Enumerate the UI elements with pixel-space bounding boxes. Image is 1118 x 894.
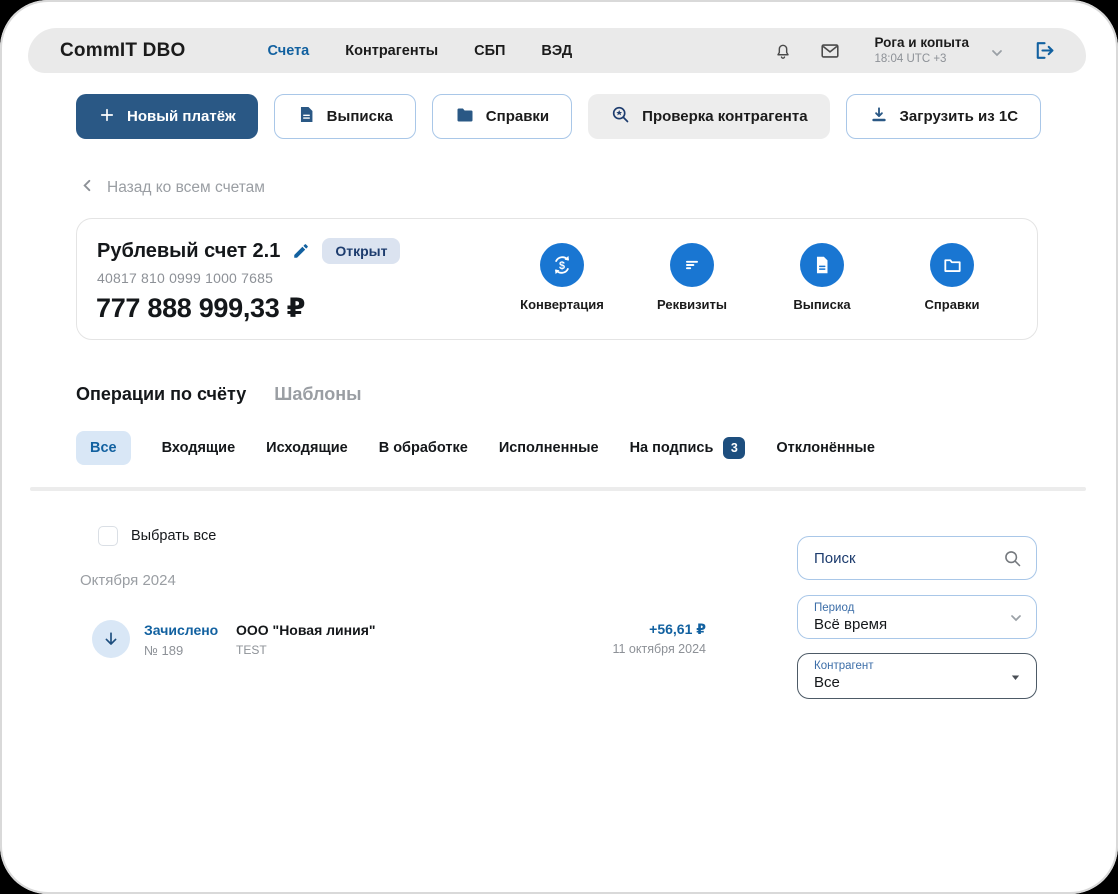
header-right: Рога и копыта 18:04 UTC +3 — [773, 35, 1056, 66]
edit-pencil-icon[interactable] — [292, 242, 310, 260]
nav-item-counterparties[interactable]: Контрагенты — [345, 43, 438, 59]
document-icon — [297, 105, 316, 128]
back-to-accounts-link[interactable]: Назад ко всем счетам — [80, 178, 265, 198]
app-window: CommIT DBO Счета Контрагенты СБП ВЭД Рог… — [0, 0, 1118, 894]
quick-action-certificates[interactable]: Справки — [887, 243, 1017, 312]
account-balance: 777 888 999,33 ₽ — [96, 293, 305, 324]
select-all-label: Выбрать все — [131, 528, 216, 544]
period-value: Всё время — [814, 616, 887, 633]
company-name: Рога и копыта — [875, 35, 969, 52]
transaction-date: 11 октября 2024 — [612, 642, 706, 656]
tab-operations[interactable]: Операции по счёту — [76, 384, 246, 405]
svg-text:$: $ — [559, 260, 565, 272]
filter-tab-outgoing[interactable]: Исходящие — [266, 440, 348, 456]
status-badge: Открыт — [322, 238, 400, 264]
tab-templates[interactable]: Шаблоны — [274, 384, 361, 405]
filters-panel: Период Всё время Контрагент Все — [797, 536, 1037, 699]
mail-icon[interactable] — [819, 40, 841, 62]
logout-icon[interactable] — [1031, 38, 1056, 63]
filter-tab-processing[interactable]: В обработке — [379, 440, 468, 456]
top-navbar: CommIT DBO Счета Контрагенты СБП ВЭД Рог… — [28, 28, 1086, 73]
action-toolbar: Новый платёж Выписка Справки Проверка ко… — [76, 94, 1041, 139]
main-nav: Счета Контрагенты СБП ВЭД — [268, 43, 573, 59]
dropdown-arrow-icon — [1009, 671, 1022, 689]
section-switcher: Операции по счёту Шаблоны — [76, 384, 361, 405]
period-select[interactable]: Период Всё время — [797, 595, 1037, 639]
search-check-icon — [610, 104, 631, 129]
search-box — [797, 536, 1037, 580]
search-input[interactable] — [814, 537, 999, 579]
search-icon[interactable] — [1002, 548, 1023, 574]
statement-label: Выписка — [327, 108, 393, 125]
chevron-down-icon[interactable] — [989, 45, 1005, 61]
quick-action-details[interactable]: Реквизиты — [627, 243, 757, 312]
nav-item-sbp[interactable]: СБП — [474, 43, 505, 59]
currency-convert-icon: $ — [540, 243, 584, 287]
account-title: Рублевый счет 2.1 — [97, 240, 280, 263]
transaction-purpose: TEST — [236, 643, 267, 657]
transaction-amount: +56,61 ₽ — [649, 621, 706, 638]
transaction-counterparty: ООО "Новая линия" — [236, 622, 376, 638]
counterparty-select[interactable]: Контрагент Все — [797, 653, 1037, 699]
bell-icon[interactable] — [773, 41, 793, 61]
quick-action-label: Выписка — [793, 297, 850, 312]
quick-action-label: Конвертация — [520, 297, 604, 312]
quick-action-label: Реквизиты — [657, 297, 727, 312]
month-header: Октября 2024 — [80, 572, 176, 589]
counterparty-value: Все — [814, 674, 840, 691]
counterparty-label: Контрагент — [814, 660, 873, 672]
list-lines-icon — [670, 243, 714, 287]
certificates-button[interactable]: Справки — [432, 94, 572, 139]
period-label: Период — [814, 602, 854, 614]
select-all-row[interactable]: Выбрать все — [98, 526, 216, 546]
filter-tab-to-sign[interactable]: На подпись 3 — [630, 437, 746, 459]
to-sign-count-badge: 3 — [723, 437, 745, 459]
quick-action-statement[interactable]: Выписка — [757, 243, 887, 312]
company-time: 18:04 UTC +3 — [875, 52, 969, 66]
folder-icon — [455, 105, 475, 129]
filter-tab-all[interactable]: Все — [76, 431, 131, 465]
incoming-arrow-icon — [92, 620, 130, 658]
folder-icon — [930, 243, 974, 287]
import-1c-label: Загрузить из 1С — [900, 108, 1019, 125]
filter-tab-to-sign-label: На подпись — [630, 440, 714, 456]
certificates-label: Справки — [486, 108, 549, 125]
transaction-row[interactable]: Зачислено № 189 ООО "Новая линия" TEST +… — [92, 618, 706, 666]
counterparty-check-label: Проверка контрагента — [642, 108, 807, 125]
select-all-checkbox[interactable] — [98, 526, 118, 546]
chevron-down-icon — [1008, 610, 1024, 631]
transaction-number: № 189 — [144, 643, 183, 658]
account-number: 40817 810 0999 1000 7685 — [97, 270, 273, 286]
operation-filter-tabs: Все Входящие Исходящие В обработке Испол… — [76, 431, 875, 465]
counterparty-check-button[interactable]: Проверка контрагента — [588, 94, 829, 139]
app-logo: CommIT DBO — [60, 40, 186, 62]
document-icon — [800, 243, 844, 287]
quick-action-label: Справки — [925, 297, 980, 312]
nav-item-accounts[interactable]: Счета — [268, 43, 310, 59]
plus-icon — [98, 106, 116, 128]
statement-button[interactable]: Выписка — [274, 94, 416, 139]
section-divider — [30, 487, 1086, 491]
filter-tab-incoming[interactable]: Входящие — [162, 440, 236, 456]
new-payment-label: Новый платёж — [127, 108, 236, 125]
nav-item-ved[interactable]: ВЭД — [541, 43, 572, 59]
back-link-label: Назад ко всем счетам — [107, 179, 265, 197]
transaction-status: Зачислено — [144, 622, 218, 638]
account-quick-actions: $ Конвертация Реквизиты Выписка — [497, 243, 1017, 312]
company-switcher[interactable]: Рога и копыта 18:04 UTC +3 — [875, 35, 969, 66]
filter-tab-executed[interactable]: Исполненные — [499, 440, 599, 456]
download-icon — [869, 105, 889, 129]
filter-tab-rejected[interactable]: Отклонённые — [776, 440, 874, 456]
new-payment-button[interactable]: Новый платёж — [76, 94, 258, 139]
account-card: Рублевый счет 2.1 Открыт 40817 810 0999 … — [76, 218, 1038, 340]
import-1c-button[interactable]: Загрузить из 1С — [846, 94, 1042, 139]
quick-action-conversion[interactable]: $ Конвертация — [497, 243, 627, 312]
chevron-left-icon — [80, 178, 95, 198]
